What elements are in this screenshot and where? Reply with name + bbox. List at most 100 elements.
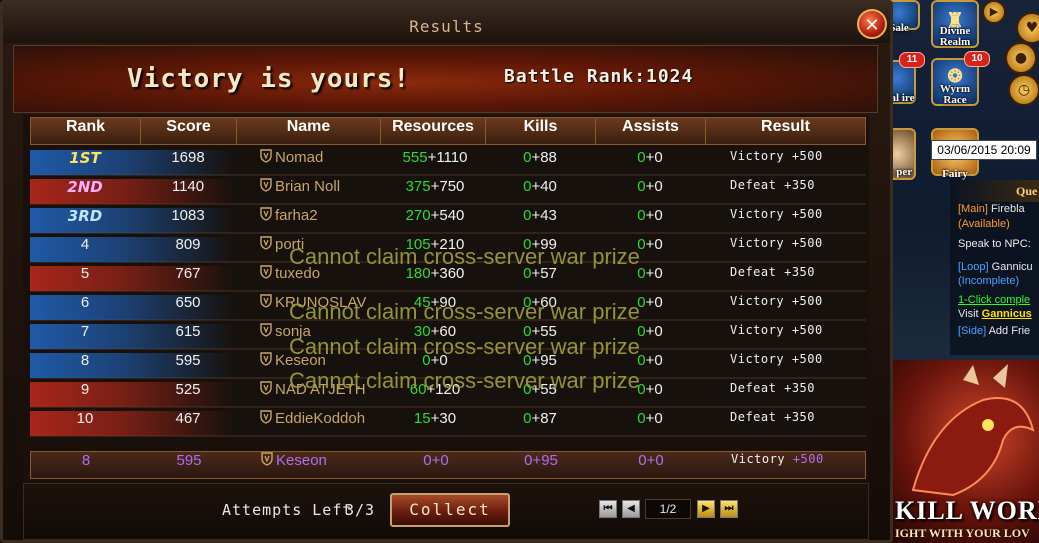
warning-message: Cannot claim cross-server war prize (289, 299, 640, 324)
result-cell: Defeat +350 (730, 265, 860, 292)
expand-arrow-icon[interactable]: ▶ (982, 0, 1006, 24)
my-rank: 8 (81, 452, 91, 469)
my-result-row: 8 595 Keseon 0+0 0+95 0+0 Victory +500 (30, 451, 866, 479)
quest-main-line[interactable]: [Main] Firebla (950, 202, 1039, 217)
my-score: 595 (176, 452, 202, 469)
result-reward: +500 (791, 294, 823, 308)
assists-cell: 0+0 (595, 149, 705, 176)
battle-rank-value: 1024 (646, 66, 694, 87)
result-reward: +350 (784, 178, 815, 192)
battle-rank-label: Battle Rank: (504, 66, 647, 87)
result-text: Victory (730, 352, 785, 366)
one-click-complete-link[interactable]: 1-Click comple (950, 289, 1039, 308)
score-cell: 1140 (171, 178, 205, 195)
coins-icon[interactable]: ● (1005, 42, 1037, 74)
my-name: Keseon (276, 452, 327, 469)
clock-icon[interactable]: ◷ (1008, 74, 1039, 106)
footer-bar: Attempts Left 3/3 Collect ⏮ ◀ 1/2 ▶ ⏭ (23, 483, 869, 540)
player-name: Nomad (275, 149, 324, 166)
table-header: Rank Score Name Resources Kills Assists … (30, 117, 866, 145)
column-header-score: Score (141, 118, 237, 144)
promo-banner[interactable]: KILL WORL IGHT WITH YOUR LOV (893, 360, 1039, 543)
next-page-icon[interactable]: ▶ (697, 500, 715, 518)
result-cell: Victory +500 (730, 149, 860, 176)
first-page-icon[interactable]: ⏮ (599, 500, 617, 518)
quest-tag: [Side] (958, 324, 987, 337)
rank-cell: 9 (80, 381, 90, 398)
kills-cell: 0+88 (485, 149, 595, 176)
wyrm-race-label: Wyrm Race (939, 83, 971, 106)
notification-badge: 10 (964, 51, 990, 67)
divine-realm-button[interactable]: ♜ Divine Realm (931, 0, 979, 48)
column-header-result: Result (761, 118, 810, 135)
column-header-name: Name (237, 118, 381, 144)
table-row: 10 467 EddieKoddoh 15+30 0+87 0+0 Defeat +350 (30, 410, 866, 437)
score-cell: 650 (175, 294, 201, 311)
resources-bonus: +1110 (427, 149, 468, 166)
resources-cell: 375+750 (380, 178, 490, 205)
assists-cell: 0+0 (595, 410, 705, 437)
quest-loop-line[interactable]: [Loop] Gannicu (950, 252, 1039, 275)
quest-header: Que (950, 180, 1039, 202)
quest-visit-line: Visit Gannicus (950, 307, 1039, 322)
rank-cell: 7 (80, 323, 90, 340)
rank-cell: 5 (80, 265, 90, 282)
warning-message: Cannot claim cross-server war prize (289, 334, 640, 359)
resources-cell: 15+30 (380, 410, 490, 437)
assists-bonus: +0 (645, 265, 663, 282)
quest-status: (Available) (958, 217, 1010, 230)
resources-bonus: +750 (430, 178, 465, 195)
quest-title: Firebla (991, 203, 1025, 215)
prev-page-icon[interactable]: ◀ (622, 500, 640, 518)
shield-icon (260, 149, 272, 163)
my-resources: 0+0 (423, 452, 449, 469)
assists-base: 0 (637, 149, 646, 166)
resources-cell: 270+540 (380, 207, 490, 234)
result-cell: Defeat +350 (730, 178, 860, 205)
shield-icon (260, 207, 272, 221)
player-name: Brian Noll (275, 178, 341, 195)
rank-cell: 4 (80, 236, 90, 253)
assists-cell: 0+0 (595, 207, 705, 234)
result-text: Victory (730, 207, 785, 221)
result-text: Defeat (730, 410, 777, 424)
result-text: Victory (730, 294, 785, 308)
column-header-rank: Rank (31, 118, 141, 144)
result-cell: Defeat +350 (730, 381, 860, 408)
rank-cell: 3RD (67, 207, 103, 225)
collect-button[interactable]: Collect (390, 493, 510, 527)
attempts-left-label: Attempts Left (222, 501, 353, 519)
dragon-art (911, 364, 1035, 497)
my-reward: +500 (792, 452, 824, 466)
result-reward: +350 (784, 381, 815, 395)
quest-visit-label: Visit (958, 308, 979, 320)
resources-base: 555 (402, 149, 428, 166)
resources-base: 375 (405, 178, 431, 195)
column-header-assists: Assists (596, 118, 706, 144)
quest-title: Add Frie (988, 324, 1031, 337)
quest-tag: [Main] (958, 203, 988, 215)
kills-bonus: +43 (531, 207, 557, 224)
kills-bonus: +87 (531, 410, 557, 427)
name-cell: Nomad (260, 149, 400, 176)
npc-link[interactable]: Gannicus (982, 308, 1032, 320)
quest-status: (Incomplete) (958, 275, 1020, 287)
name-cell: Brian Noll (260, 178, 400, 205)
result-reward: +500 (791, 352, 823, 366)
kills-bonus: +40 (531, 178, 557, 195)
quest-side-line[interactable]: [Side] Add Frie (950, 322, 1039, 339)
last-page-icon[interactable]: ⏭ (720, 500, 738, 518)
result-text: Defeat (730, 178, 777, 192)
my-kills: 0+95 (524, 452, 558, 469)
table-row: 1ST 1698 Nomad 555+1110 0+88 0+0 Victory +500 (30, 149, 866, 176)
my-name-cell: Keseon (261, 452, 401, 479)
assists-base: 0 (637, 207, 646, 224)
assists-bonus: +0 (645, 410, 663, 427)
table-row: 3RD 1083 farha2 270+540 0+43 0+0 Victory +500 (30, 207, 866, 234)
title-bar: Results (3, 3, 890, 43)
resources-bonus: +540 (430, 207, 465, 224)
rank-cell: 6 (80, 294, 90, 311)
close-icon[interactable]: ✕ (857, 9, 887, 39)
rank-cell: 10 (76, 410, 94, 427)
shield-icon (260, 294, 272, 308)
